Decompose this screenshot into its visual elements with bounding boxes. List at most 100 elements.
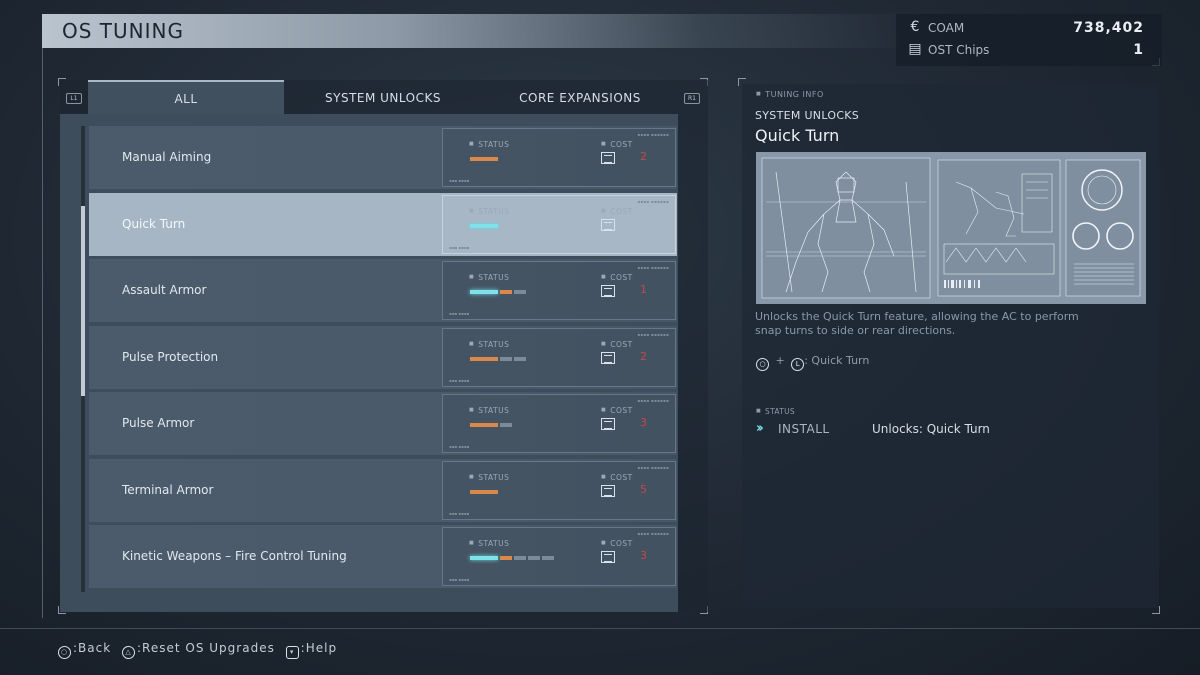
status-segment <box>500 290 512 294</box>
list-item-name: Pulse Armor <box>122 416 195 430</box>
decorative-tag: ▪▪▪ ▪▪▪▪ <box>449 244 470 250</box>
ost-chips-row: ▤ OST Chips 1 <box>906 41 1144 61</box>
status-meter <box>470 423 514 427</box>
decorative-tag: ▪▪▪▪ ▪▪▪▪▪▪ <box>637 331 669 337</box>
list-item[interactable]: Assault Armor ▪▪▪▪ ▪▪▪▪▪▪ ▪▪▪ ▪▪▪▪ STATUS CO… <box>89 259 677 322</box>
ost-chip-icon <box>601 285 615 297</box>
status-segment <box>514 556 526 560</box>
status-segment <box>470 157 498 161</box>
ost-chip-icon <box>601 551 615 563</box>
decorative-tag: ▪▪▪ ▪▪▪▪ <box>449 178 470 183</box>
info-category: SYSTEM UNLOCKS <box>755 109 860 122</box>
l-button-icon: L <box>791 358 805 371</box>
footer-divider <box>0 628 1200 629</box>
button-prompts: ○:Back △:Reset OS Upgrades ▾:Help <box>58 641 343 659</box>
cost-label: COST <box>601 340 633 349</box>
schematic-image <box>756 152 1146 304</box>
status-label: STATUS <box>469 406 509 415</box>
circle-button-icon: ○ <box>756 358 769 371</box>
status-cost-box: ▪▪▪▪ ▪▪▪▪▪▪ ▪▪▪ ▪▪▪▪ STATUS COST 3 <box>442 527 676 586</box>
info-description: Unlocks the Quick Turn feature, allowing… <box>755 310 1079 337</box>
tab-all[interactable]: ALL <box>88 80 284 114</box>
status-segment <box>470 223 498 228</box>
list-item-name: Quick Turn <box>122 216 186 231</box>
status-meter <box>470 356 528 361</box>
info-title: Quick Turn <box>755 126 840 145</box>
decorative-tag: ▪▪▪ ▪▪▪▪ <box>449 377 470 383</box>
list-item[interactable]: Manual Aiming ▪▪▪▪ ▪▪▪▪▪▪ ▪▪▪ ▪▪▪▪ STATUS CO… <box>89 126 677 189</box>
tuning-info-panel: TUNING INFO SYSTEM UNLOCKS Quick Turn <box>742 84 1159 608</box>
cost-label: COST <box>601 140 633 149</box>
list-item[interactable]: Quick Turn ▪▪▪▪ ▪▪▪▪▪▪ ▪▪▪ ▪▪▪▪ STATUS COST <box>89 192 677 256</box>
status-label: STATUS <box>469 340 509 349</box>
cost-label: COST <box>601 539 633 548</box>
l1-button-icon[interactable]: L1 <box>66 93 82 104</box>
decorative-tag: ▪▪▪ ▪▪▪▪ <box>449 577 470 582</box>
status-meter <box>470 223 500 228</box>
help-prompt[interactable]: ▾:Help <box>285 641 338 659</box>
double-chevron-icon: ›› <box>756 421 764 436</box>
list-item[interactable]: Pulse Armor ▪▪▪▪ ▪▪▪▪▪▪ ▪▪▪ ▪▪▪▪ STATUS COST… <box>89 392 677 455</box>
coam-label: COAM <box>928 21 965 35</box>
status-segment <box>470 423 498 427</box>
ost-chip-icon <box>601 218 615 231</box>
r1-button-icon[interactable]: R1 <box>684 93 700 104</box>
install-status: INSTALL <box>778 422 830 436</box>
combo-action: : Quick Turn <box>804 354 870 367</box>
touchpad-button-icon: ▾ <box>285 646 299 659</box>
tab-system-unlocks[interactable]: SYSTEM UNLOCKS <box>288 80 478 114</box>
decorative-tag: ▪▪▪▪ ▪▪▪▪▪▪ <box>637 531 669 536</box>
status-label: STATUS <box>469 273 509 282</box>
decorative-tag: ▪▪▪▪ ▪▪▪▪▪▪ <box>637 464 669 470</box>
status-label: STATUS <box>469 473 509 482</box>
circle-button-icon: ○ <box>58 646 71 659</box>
list-item[interactable]: Terminal Armor ▪▪▪▪ ▪▪▪▪▪▪ ▪▪▪ ▪▪▪▪ STATUS C… <box>89 458 677 522</box>
status-label: STATUS <box>469 539 509 548</box>
cost-value: 3 <box>640 549 647 562</box>
tab-core-expansions[interactable]: CORE EXPANSIONS <box>484 80 676 114</box>
status-label: STATUS <box>469 207 509 216</box>
status-segment <box>470 556 498 560</box>
status-segment <box>470 290 498 294</box>
decorative-tag: ▪▪▪▪ ▪▪▪▪▪▪ <box>637 132 669 137</box>
cost-label: COST <box>601 273 633 282</box>
decorative-tag: ▪▪▪▪ ▪▪▪▪▪▪ <box>637 398 669 403</box>
install-detail: Unlocks: Quick Turn <box>872 422 990 436</box>
ost-chip-icon <box>601 351 615 364</box>
status-meter <box>470 157 500 161</box>
currency-panel: € COAM 738,402 ▤ OST Chips 1 <box>896 14 1162 66</box>
list-item[interactable]: Kinetic Weapons – Fire Control Tuning ▪▪▪… <box>89 525 677 588</box>
cost-value: 5 <box>640 482 647 496</box>
decorative-tag: ▪▪▪ ▪▪▪▪ <box>449 444 470 449</box>
status-meter <box>470 489 500 494</box>
status-cost-box: ▪▪▪▪ ▪▪▪▪▪▪ ▪▪▪ ▪▪▪▪ STATUS COST 5 <box>442 460 676 520</box>
decorative-tag: ▪▪▪▪ ▪▪▪▪▪▪ <box>637 198 669 204</box>
ost-chips-label: OST Chips <box>928 43 990 57</box>
tuning-list[interactable]: Manual Aiming ▪▪▪▪ ▪▪▪▪▪▪ ▪▪▪ ▪▪▪▪ STATUS CO… <box>60 114 678 612</box>
tab-bar: L1 ALL SYSTEM UNLOCKS CORE EXPANSIONS R1 <box>60 80 708 114</box>
page-title: OS TUNING <box>62 19 184 43</box>
status-cost-box: ▪▪▪▪ ▪▪▪▪▪▪ ▪▪▪ ▪▪▪▪ STATUS COST 2 <box>442 128 676 187</box>
list-item-name: Pulse Protection <box>122 349 219 364</box>
coam-value: 738,402 <box>1073 20 1144 36</box>
ost-chip-icon <box>601 418 615 430</box>
cost-value: 3 <box>640 416 647 429</box>
status-meter <box>470 290 528 294</box>
decorative-tag: ▪▪▪ ▪▪▪▪ <box>449 510 470 516</box>
list-item[interactable]: Pulse Protection ▪▪▪▪ ▪▪▪▪▪▪ ▪▪▪ ▪▪▪▪ STATU… <box>89 325 677 389</box>
status-segment <box>500 423 512 427</box>
help-label: :Help <box>300 641 338 655</box>
status-segment <box>500 356 512 361</box>
cost-label: COST <box>601 207 633 216</box>
ost-chips-value: 1 <box>1133 42 1144 58</box>
decorative-tag: ▪▪▪ ▪▪▪▪ <box>449 311 470 316</box>
status-segment <box>500 556 512 560</box>
back-prompt[interactable]: ○:Back <box>58 641 111 659</box>
list-item-name: Manual Aiming <box>122 150 212 164</box>
list-item-name: Kinetic Weapons – Fire Control Tuning <box>122 549 347 563</box>
ost-chip-icon: ▤ <box>908 41 922 57</box>
scrollbar-thumb[interactable] <box>81 206 85 396</box>
control-combo: ○ + L: Quick Turn <box>756 354 869 371</box>
reset-prompt[interactable]: △:Reset OS Upgrades <box>122 641 275 659</box>
cost-value: 2 <box>640 150 647 163</box>
